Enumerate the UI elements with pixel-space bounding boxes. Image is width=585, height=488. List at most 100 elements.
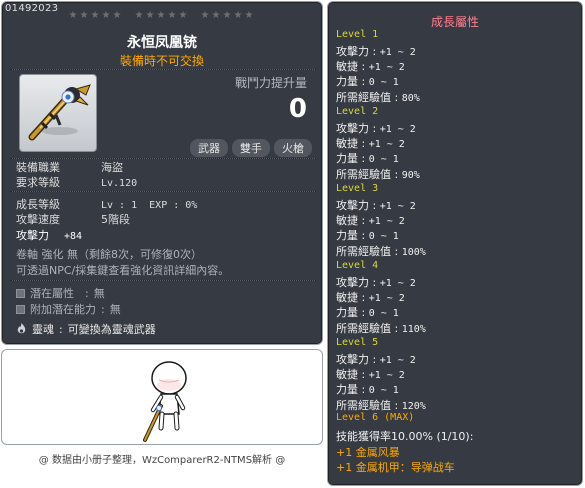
level-attack-value: +1 ~ 2 [379, 124, 416, 135]
required-level-label: 要求等級 [16, 176, 60, 189]
level-attack-label: 攻擊力 [336, 276, 369, 289]
potential-label: 潛在屬性 [30, 287, 74, 300]
star-group: ★ ★ ★ ★ ★ [68, 11, 122, 21]
separator: : [391, 90, 402, 104]
level-attack-value: +1 ~ 2 [379, 278, 416, 289]
item-id: 01492023 [5, 3, 59, 14]
separator: : [358, 75, 369, 89]
level-str-value: 0 ~ 1 [368, 77, 399, 89]
level-attack-label: 攻擊力 [336, 45, 369, 58]
level-str-label: 力量 [336, 306, 358, 320]
level-str-row: 力量 : 0 ~ 1 [336, 381, 399, 397]
level-dex-label: 敏捷 [336, 214, 358, 228]
star-icon: ★ [222, 10, 232, 21]
divider [10, 69, 316, 70]
level-str-value: 0 ~ 1 [368, 385, 399, 397]
divider [10, 191, 316, 192]
separator: : [391, 244, 402, 258]
level-attack-row: 攻擊力 : +1 ~ 2 [336, 197, 416, 213]
level-dex-row: 敏捷 : +1 ~ 2 [336, 135, 405, 151]
level-attack-row: 攻擊力 : +1 ~ 2 [336, 120, 416, 136]
combat-power-label: 戰鬥力提升量 [234, 76, 307, 90]
level-dex-row: 敏捷 : +1 ~ 2 [336, 58, 405, 74]
star-icon: ★ [244, 10, 254, 21]
level-str-label: 力量 [336, 383, 358, 397]
level-dex-row: 敏捷 : +1 ~ 2 [336, 212, 405, 228]
star-icon: ★ [211, 10, 221, 21]
separator: : [391, 398, 402, 412]
separator: : [391, 167, 402, 181]
level-exp-value: 120% [401, 400, 426, 412]
max-skill-rate: 技能獲得率10.00% (1/10): [336, 430, 474, 443]
max-skill-1: +1 金属风暴 [336, 446, 400, 459]
level-exp-label: 所需經驗值 [336, 167, 391, 181]
level-str-label: 力量 [336, 75, 358, 89]
level-exp-row: 所需經驗值 : 120% [336, 397, 426, 413]
tag-gun: 火槍 [274, 139, 312, 157]
level-attack-label: 攻擊力 [336, 122, 369, 135]
phoenix-gun-icon [28, 84, 91, 141]
source-credit: @ 数据由小册子整理，WzComparerR2-NTMS解析 @ [38, 455, 286, 466]
potential-value: 無 [93, 287, 105, 300]
level-attack-label: 攻擊力 [336, 353, 369, 366]
separator: : [369, 276, 380, 289]
level-exp-row: 所需經驗值 : 110% [336, 320, 426, 336]
attack-speed-row: 攻擊速度 5階段 [16, 211, 130, 227]
item-icon-frame [19, 74, 97, 152]
level-dex-label: 敏捷 [336, 368, 358, 382]
level-header: Level 3 [336, 183, 379, 194]
level-str-label: 力量 [336, 152, 358, 166]
tag-weapon: 武器 [190, 139, 228, 157]
item-tooltip: 01492023 ★ ★ ★ ★ ★ ★ ★ ★ ★ ★ ★ ★ ★ ★ ★ 永恒凤凰铳 裝備時不可交換 戰… [1, 1, 323, 345]
character-avatar [143, 361, 187, 442]
level-dex-value: +1 ~ 2 [368, 370, 405, 382]
potential-grade-icon [16, 288, 25, 298]
level-attack-value: +1 ~ 2 [379, 47, 416, 58]
separator: : [358, 214, 369, 228]
soul-flame-icon [17, 323, 26, 334]
job-label: 裝備職業 [16, 161, 60, 174]
soul-value: 可變換為靈魂武器 [67, 323, 156, 336]
level-attack-value: +1 ~ 2 [379, 355, 416, 366]
enhance-hint: 可透過NPC/採集鍵查看強化資訊詳細內容。 [16, 264, 230, 277]
level-exp-label: 所需經驗值 [336, 244, 391, 258]
level-header: Level 2 [336, 106, 379, 117]
separator: : [358, 368, 369, 382]
growth-attributes-panel: 成長屬性 Level 1 攻擊力 : +1 ~ 2 敏捷 : +1 ~ 2 力量 : … [327, 1, 583, 486]
level-dex-value: +1 ~ 2 [368, 139, 405, 151]
soul-row: 靈魂 : 可變換為靈魂武器 [16, 321, 156, 337]
level-dex-value: +1 ~ 2 [368, 293, 405, 305]
level-dex-value: +1 ~ 2 [368, 216, 405, 228]
required-level-value: Lv.120 [101, 178, 138, 189]
level-header: Level 1 [336, 29, 379, 40]
star-icon: ★ [178, 10, 188, 21]
growth-level-label: 成長等級 [16, 198, 60, 211]
star-icon: ★ [200, 10, 210, 21]
level-str-row: 力量 : 0 ~ 1 [336, 227, 399, 243]
level-str-value: 0 ~ 1 [368, 231, 399, 243]
level-exp-value: 80% [401, 92, 420, 104]
level-str-row: 力量 : 0 ~ 1 [336, 73, 399, 89]
attack-speed-value: 5階段 [101, 213, 130, 226]
soul-label: 靈魂 [32, 323, 54, 336]
additional-potential-grade-icon [16, 304, 25, 314]
star-group: ★ ★ ★ ★ ★ [134, 11, 188, 21]
level-attack-label: 攻擊力 [336, 199, 369, 212]
level-dex-label: 敏捷 [336, 291, 358, 305]
level-dex-label: 敏捷 [336, 137, 358, 151]
level-exp-label: 所需經驗值 [336, 321, 391, 335]
separator: : [358, 60, 369, 74]
level-attack-row: 攻擊力 : +1 ~ 2 [336, 351, 416, 367]
star-icon: ★ [134, 10, 144, 21]
potential-row: 潛在屬性 : 無 [16, 285, 105, 301]
separator: : [369, 45, 380, 58]
separator: : [358, 383, 369, 397]
max-skill-2: +1 金属机甲：导弹战车 [336, 461, 455, 474]
additional-potential-row: 附加潛在能力 : 無 [16, 301, 121, 317]
max-level-header: Level 6 (MAX) [336, 412, 415, 423]
job-value: 海盜 [101, 161, 123, 174]
enhance-info: 卷軸 強化 無（剩餘8次，可修復0次） [16, 248, 202, 261]
divider [10, 280, 316, 281]
star-group: ★ ★ ★ ★ ★ [200, 11, 254, 21]
star-icon: ★ [68, 10, 78, 21]
